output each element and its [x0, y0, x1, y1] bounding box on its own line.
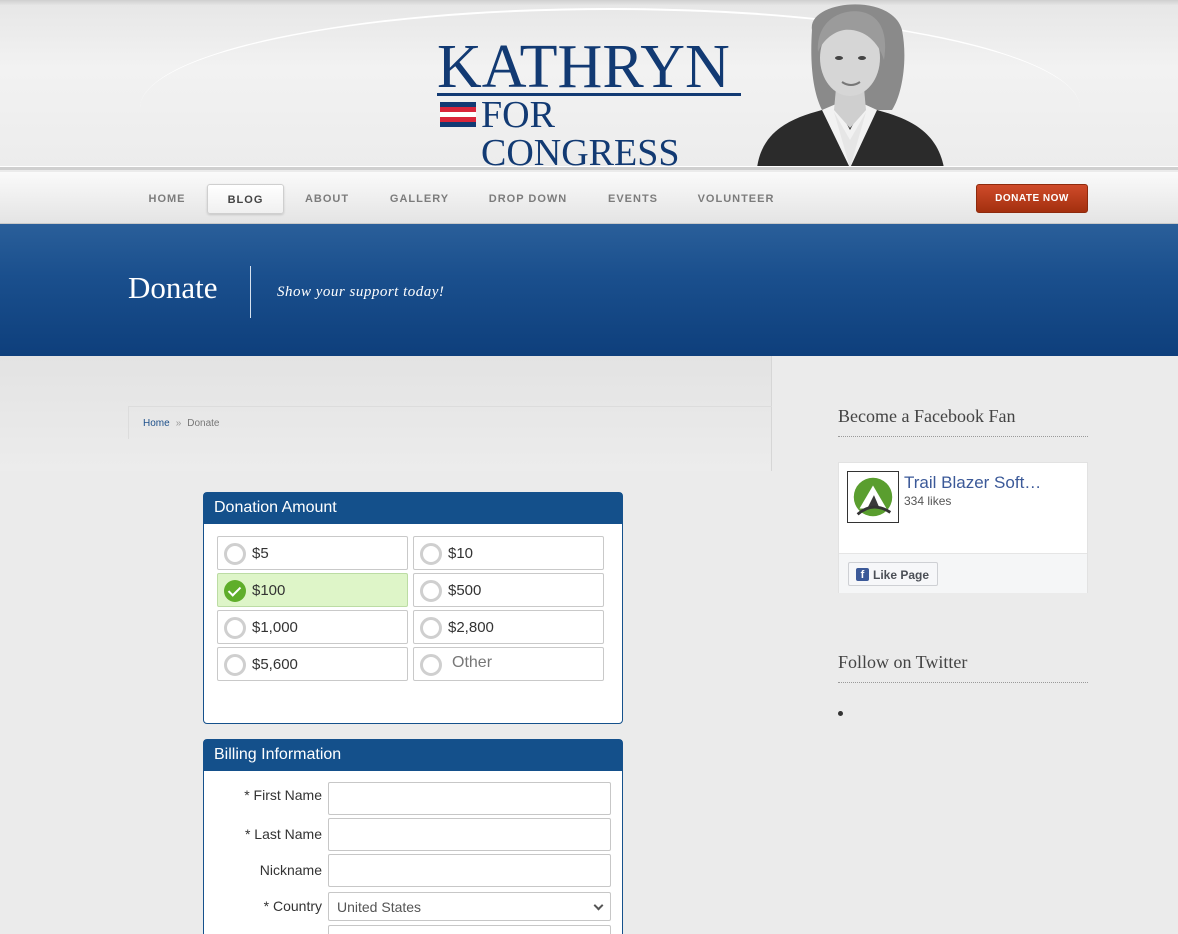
radio-icon — [224, 543, 246, 565]
amount-option-5600[interactable]: $5,600 — [217, 647, 408, 681]
facebook-icon: f — [856, 568, 869, 581]
checkmark-icon — [224, 580, 246, 602]
chevron-down-icon — [593, 900, 604, 911]
radio-icon — [420, 543, 442, 565]
amount-option-100[interactable]: $100 — [217, 573, 408, 607]
fb-likes-count: 334 likes — [904, 494, 952, 508]
main-nav: HOME BLOG ABOUT GALLERY DROP DOWN EVENTS… — [0, 172, 1178, 224]
nav-item-events[interactable]: EVENTS — [600, 184, 666, 214]
nav-item-volunteer[interactable]: VOLUNTEER — [692, 184, 780, 214]
radio-icon — [224, 617, 246, 639]
donation-amount-title: Donation Amount — [204, 493, 622, 524]
nav-item-drop-down[interactable]: DROP DOWN — [483, 184, 573, 214]
like-page-button[interactable]: f Like Page — [848, 562, 938, 586]
radio-icon — [420, 654, 442, 676]
flag-icon — [440, 102, 476, 127]
bullet-icon — [838, 711, 843, 716]
logo-name: KATHRYN — [437, 33, 730, 101]
amount-option-other[interactable]: Other — [413, 647, 604, 681]
nickname-label: Nickname — [259, 862, 322, 878]
site-header: KATHRYN FOR CONGRESS — [0, 0, 1178, 170]
nav-item-about[interactable]: ABOUT — [296, 184, 358, 214]
donation-amount-panel: Donation Amount $5 $10 $100 $500 $1,000 … — [203, 492, 623, 724]
site-logo[interactable]: KATHRYN FOR CONGRESS — [437, 33, 747, 170]
fb-page-name[interactable]: Trail Blazer Soft… — [904, 473, 1064, 493]
breadcrumb: Home » Donate — [128, 406, 772, 439]
billing-information-title: Billing Information — [204, 740, 622, 771]
donate-now-button[interactable]: DONATE NOW — [976, 184, 1088, 213]
amount-option-500[interactable]: $500 — [413, 573, 604, 607]
radio-icon — [420, 580, 442, 602]
radio-icon — [224, 654, 246, 676]
nav-item-gallery[interactable]: GALLERY — [381, 184, 458, 214]
twitter-heading: Follow on Twitter — [838, 652, 1088, 683]
candidate-portrait — [757, 4, 944, 168]
page-subtitle: Show your support today! — [277, 284, 445, 300]
page-title: Donate — [128, 270, 218, 305]
breadcrumb-current: Donate — [187, 418, 220, 429]
last-name-label: * Last Name — [244, 826, 322, 842]
amount-option-5[interactable]: $5 — [217, 536, 408, 570]
nav-item-home[interactable]: HOME — [138, 184, 196, 214]
logo-tagline: FOR CONGRESS — [481, 94, 680, 170]
breadcrumb-home-link[interactable]: Home — [143, 418, 170, 429]
facebook-fan-heading: Become a Facebook Fan — [838, 406, 1088, 437]
amount-option-1000[interactable]: $1,000 — [217, 610, 408, 644]
nav-item-blog[interactable]: BLOG — [207, 184, 284, 214]
billing-form: * First Name * Last Name Nickname * Coun… — [204, 771, 622, 934]
radio-icon — [420, 617, 442, 639]
amount-option-2800[interactable]: $2,800 — [413, 610, 604, 644]
nickname-field[interactable] — [328, 854, 611, 887]
first-name-field[interactable] — [328, 782, 611, 815]
amount-option-10[interactable]: $10 — [413, 536, 604, 570]
last-name-field[interactable] — [328, 818, 611, 851]
first-name-label: * First Name — [244, 787, 322, 803]
facebook-widget: Trail Blazer Soft… 334 likes f Like Page — [838, 462, 1088, 593]
trail-blazer-logo — [847, 471, 899, 523]
country-label: * Country — [263, 898, 322, 914]
amount-options: $5 $10 $100 $500 $1,000 $2,800 $5,600 Ot… — [204, 524, 622, 723]
country-select[interactable]: United States — [328, 892, 611, 921]
next-field[interactable] — [328, 925, 611, 934]
country-value: United States — [337, 899, 422, 915]
breadcrumb-separator: » — [175, 418, 182, 429]
page-banner: Donate Show your support today! — [0, 224, 1178, 356]
billing-information-panel: Billing Information * First Name * Last … — [203, 739, 623, 934]
